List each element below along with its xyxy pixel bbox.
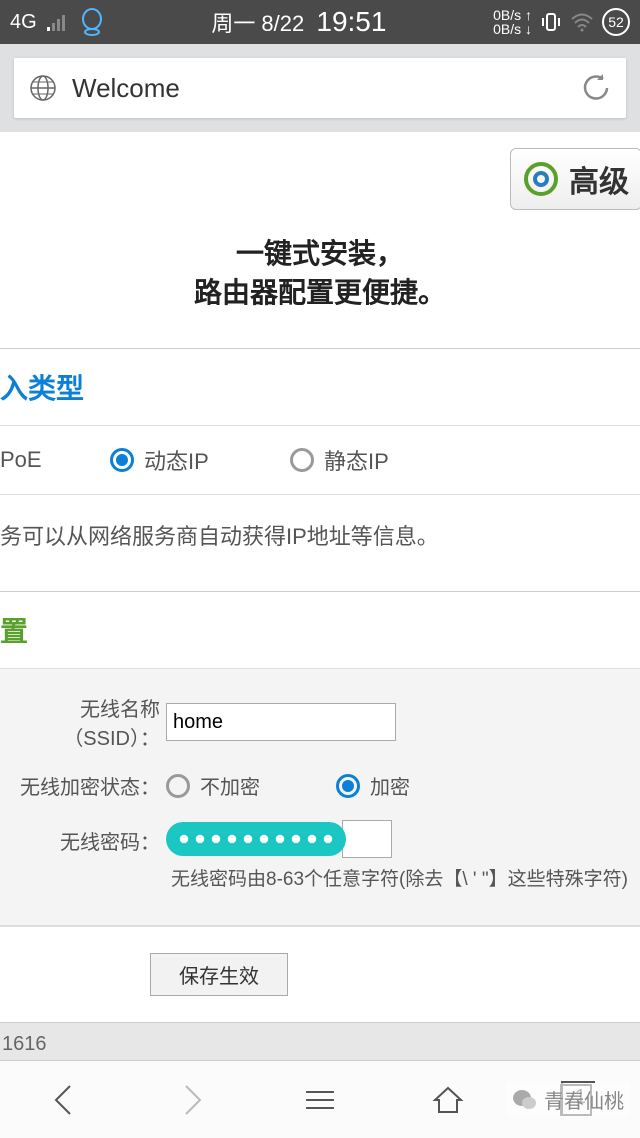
browser-address-bar[interactable]: Welcome [14,58,626,118]
save-button[interactable]: 保存生效 [150,953,288,996]
forward-button[interactable] [172,1080,212,1120]
battery-indicator: 52 [602,8,630,36]
radio-no-encrypt[interactable]: 不加密 [166,771,336,800]
radio-icon [166,774,190,798]
radio-icon [336,774,360,798]
radio-poe[interactable]: PoE [0,447,110,473]
section-wireless: 置 [0,592,640,668]
password-input[interactable] [342,820,392,858]
status-time: 19:51 [316,6,386,37]
qq-icon [79,8,105,36]
password-mask [166,822,346,856]
vibrate-icon [540,11,562,33]
home-button[interactable] [428,1080,468,1120]
dynamic-ip-hint: 务可以从网络服务商自动获得IP地址等信息。 [0,495,640,591]
page-content: 高级 一键式安装， 路由器配置更便捷。 入类型 PoE 动态IP 静态IP 务可… [0,132,640,1080]
advanced-button[interactable]: 高级 [510,148,640,210]
network-type: 4G [10,11,37,34]
encrypt-label: 无线加密状态： [6,771,166,800]
password-label: 无线密码： [6,820,166,855]
password-hint: 无线密码由8-63个任意字符(除去【\ ' "】这些特殊字符) [6,864,634,891]
ssid-input[interactable] [166,703,396,741]
refresh-icon[interactable] [580,72,612,104]
access-type-radios: PoE 动态IP 静态IP [0,425,640,495]
page-title: Welcome [72,73,580,104]
menu-button[interactable] [300,1080,340,1120]
network-speed: 0B/s ↑ 0B/s ↓ [493,8,532,36]
back-button[interactable] [44,1080,84,1120]
radio-icon [290,448,314,472]
signal-icon [47,13,69,31]
section-access-type: 入类型 [0,349,640,425]
radio-encrypt[interactable]: 加密 [336,771,410,800]
slogan-text: 一键式安装， 路由器配置更便捷。 [0,226,640,348]
globe-icon [28,73,58,103]
radio-static-ip[interactable]: 静态IP [290,444,389,476]
gear-icon [523,161,559,197]
wechat-watermark: 青春仙桃 [506,1083,630,1116]
wifi-icon [570,12,594,32]
status-date: 周一 8/22 [211,11,304,36]
radio-dynamic-ip[interactable]: 动态IP [110,444,290,476]
ssid-label: 无线名称（SSID）： [6,693,166,751]
radio-icon [110,448,134,472]
android-status-bar: 4G 周一 8/22 19:51 0B/s ↑ 0B/s ↓ 52 [0,0,640,44]
